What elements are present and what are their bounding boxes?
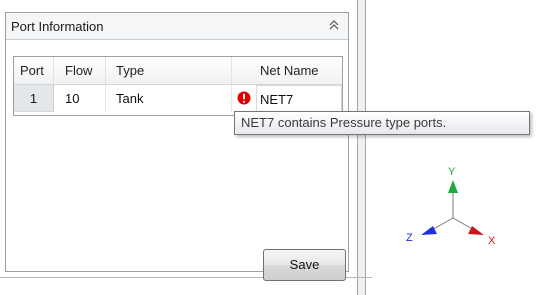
error-icon[interactable] xyxy=(237,91,251,105)
column-header-net-name[interactable]: Net Name xyxy=(232,57,343,84)
panel-title: Port Information xyxy=(11,19,104,34)
port-table: Port Flow Type Net Name 1 10 Tank NET7 xyxy=(13,56,343,116)
save-button[interactable]: Save xyxy=(263,249,346,281)
panel-header: Port Information xyxy=(6,13,348,40)
splitter-right-line xyxy=(365,0,366,295)
z-axis-arrow xyxy=(421,226,437,235)
column-header-type[interactable]: Type xyxy=(106,57,232,84)
cell-port[interactable]: 1 xyxy=(14,85,54,112)
y-axis-label: Y xyxy=(448,166,456,178)
double-chevron-up-icon[interactable] xyxy=(326,17,342,33)
z-axis-label: Z xyxy=(406,232,413,244)
error-tooltip: NET7 contains Pressure type ports. xyxy=(234,111,530,135)
x-axis-label: X xyxy=(488,235,496,247)
column-header-port[interactable]: Port xyxy=(14,57,54,84)
cell-net-name[interactable]: NET7 xyxy=(256,85,342,112)
table-row[interactable]: 1 10 Tank NET7 xyxy=(14,85,342,112)
table-header-row: Port Flow Type Net Name xyxy=(14,57,342,85)
cell-flow[interactable]: 10 xyxy=(54,85,106,112)
column-header-flow[interactable]: Flow xyxy=(54,57,106,84)
y-axis-arrow xyxy=(448,180,458,193)
coordinate-triad: Y X Z xyxy=(406,166,496,247)
splitter-handle[interactable] xyxy=(358,0,365,295)
port-information-panel: Port Information Port Flow Type Net Name… xyxy=(5,12,349,281)
cell-type[interactable]: Tank xyxy=(106,85,232,112)
